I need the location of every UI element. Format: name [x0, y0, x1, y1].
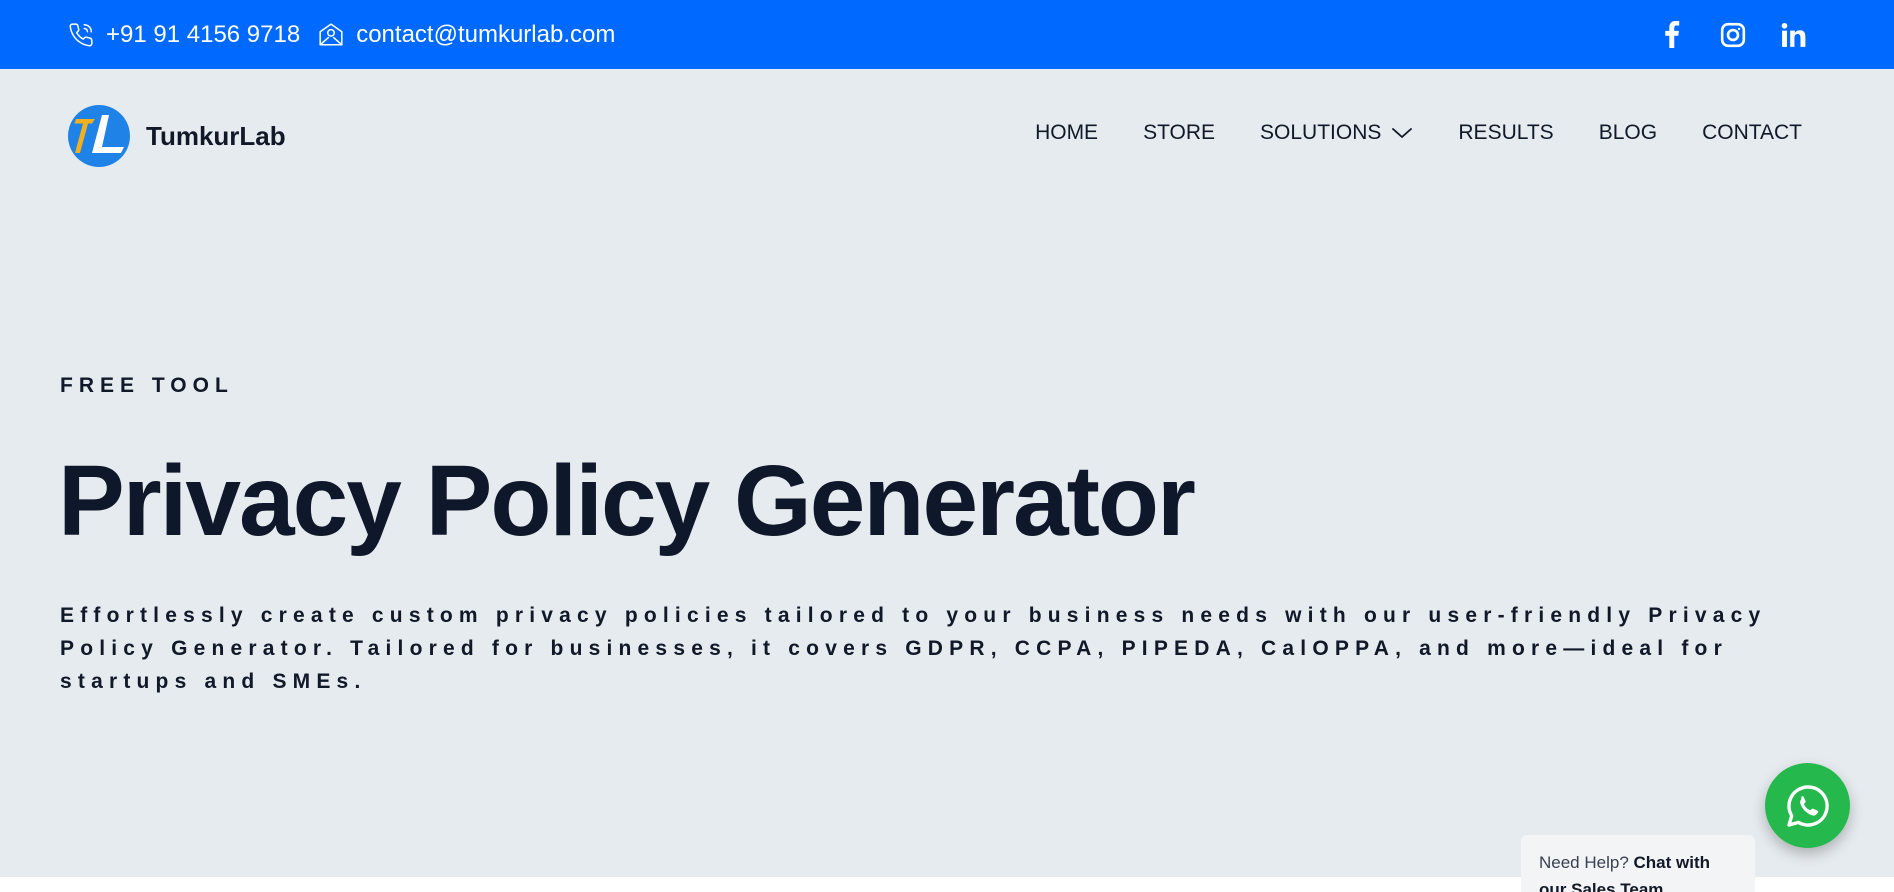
phone-icon: [69, 22, 93, 46]
nav-results[interactable]: RESULTS: [1458, 121, 1553, 145]
nav-store[interactable]: STORE: [1143, 121, 1215, 145]
phone-link[interactable]: +91 91 4156 9718: [68, 21, 300, 49]
linkedin-icon[interactable]: [1778, 19, 1810, 51]
main-navigation: HOME STORE SOLUTIONS RESULTS BLOG CONTAC…: [1035, 121, 1802, 145]
chat-help-bubble[interactable]: Need Help? Chat with our Sales Team: [1521, 835, 1755, 892]
phone-number: +91 91 4156 9718: [106, 20, 301, 48]
whatsapp-icon: [1786, 784, 1829, 827]
social-links: [1627, 0, 1810, 69]
page-title: Privacy Policy Generator: [58, 445, 1196, 557]
nav-contact[interactable]: CONTACT: [1702, 121, 1802, 145]
eyebrow-label: FREE TOOL: [60, 374, 234, 397]
mail-icon: [319, 22, 343, 46]
nav-solutions[interactable]: SOLUTIONS: [1260, 121, 1413, 145]
nav-blog[interactable]: BLOG: [1599, 121, 1657, 145]
facebook-icon[interactable]: [1656, 19, 1688, 51]
nav-solutions-label: SOLUTIONS: [1260, 121, 1382, 144]
hero-section: TumkurLab HOME STORE SOLUTIONS RESULTS B…: [0, 69, 1894, 892]
tumkurlab-logo-icon: [68, 105, 130, 167]
email-link[interactable]: contact@tumkurlab.com: [318, 21, 615, 49]
chat-help-prefix: Need Help?: [1539, 853, 1629, 872]
email-address: contact@tumkurlab.com: [356, 20, 616, 48]
instagram-icon[interactable]: [1717, 19, 1749, 51]
nav-home[interactable]: HOME: [1035, 121, 1098, 145]
contact-info: +91 91 4156 9718 contact@tumkurlab.com: [68, 0, 615, 69]
chevron-down-icon: [1392, 128, 1413, 138]
whatsapp-chat-button[interactable]: [1765, 763, 1850, 848]
brand-logo-link[interactable]: TumkurLab: [68, 105, 286, 167]
hero-description: Effortlessly create custom privacy polic…: [60, 604, 1767, 693]
top-contact-bar: +91 91 4156 9718 contact@tumkurlab.com: [0, 0, 1894, 69]
brand-name: TumkurLab: [146, 120, 286, 151]
